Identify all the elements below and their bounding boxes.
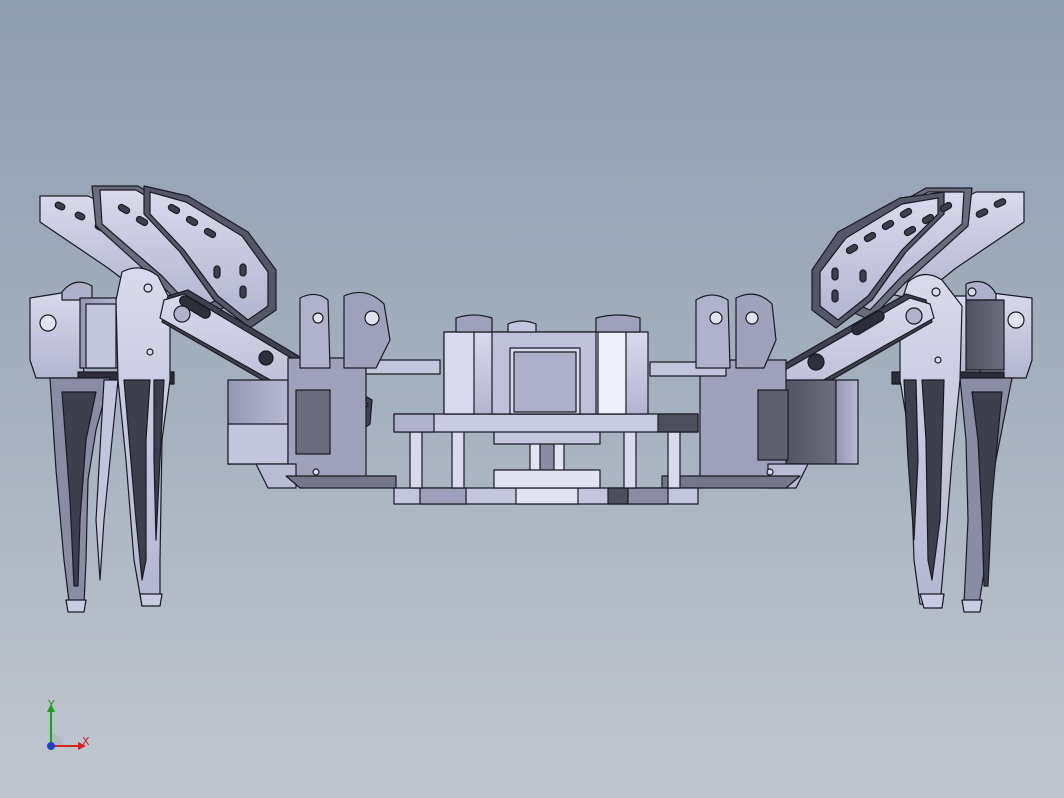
coordinate-triad: Y X [36, 694, 106, 758]
cad-graphics-area[interactable]: Y X [0, 0, 1064, 798]
center-body-stack [393, 314, 699, 505]
right-body-side-frame [649, 293, 859, 489]
triad-x-label: X [82, 735, 90, 748]
triad-y-label: Y [48, 698, 55, 711]
triad-axes-icon [47, 704, 86, 750]
hexapod-robot-model[interactable] [0, 0, 1064, 798]
